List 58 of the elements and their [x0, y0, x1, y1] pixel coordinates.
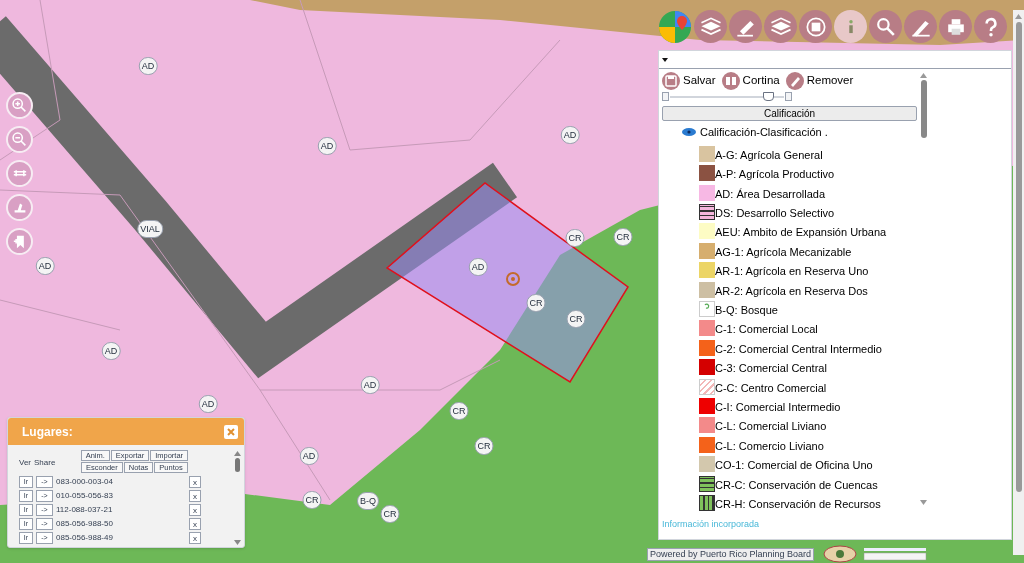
scroll-up-icon[interactable]: [1015, 14, 1022, 19]
scroll-up-icon[interactable]: [920, 73, 927, 78]
legend-label: AD: Área Desarrollada: [715, 187, 826, 201]
location-marker-icon: [506, 272, 520, 286]
legend-label: C-I: Comercial Intermedio: [715, 400, 841, 414]
legend-label: CR-C: Conservación de Cuencas: [715, 478, 878, 492]
scrollbar-thumb[interactable]: [920, 80, 927, 138]
parcel-number: 085-056-988-49: [56, 532, 114, 544]
legend-label: C-1: Comercial Local: [715, 323, 818, 337]
layer-group-title: Calificación-Clasificación .: [700, 125, 828, 140]
eraser-button[interactable]: Remover: [785, 72, 854, 90]
legend-label: C-3: Comercial Central: [715, 362, 827, 376]
remove-button[interactable]: x: [189, 476, 201, 488]
selected-parcel[interactable]: [385, 182, 629, 384]
close-icon: [227, 427, 235, 436]
legend-label: AEU: Ambito de Expansión Urbana: [715, 226, 887, 240]
legend-label: C-L: Comercio Liviano: [715, 439, 824, 453]
remove-button[interactable]: x: [189, 532, 201, 544]
page-scrollbar[interactable]: [1013, 10, 1024, 555]
legend-label: AG-1: Agrícola Mecanizable: [715, 245, 852, 259]
legend-label: AR-1: Agrícola en Reserva Uno: [715, 265, 869, 279]
legend-label: C-L: Comercial Liviano: [715, 420, 827, 434]
opacity-slider[interactable]: [670, 92, 784, 101]
remove-button[interactable]: x: [189, 490, 201, 502]
parcel-number: 112-088-037-21: [56, 504, 114, 516]
caret-icon: [662, 57, 668, 62]
legend-label: C-C: Centro Comercial: [715, 381, 827, 395]
section-header[interactable]: Calificación: [662, 106, 917, 121]
parcel-number: 010-055-056-83: [56, 490, 114, 502]
legend-label: AR-2: Agrícola en Reserva Dos: [715, 284, 868, 298]
column-header: Share: [34, 456, 56, 469]
legend-label: C-2: Comercial Central Intermedio: [715, 342, 882, 356]
legend-label: DS: Desarrollo Selectivo: [715, 207, 835, 221]
scrollbar-thumb[interactable]: [1015, 22, 1022, 492]
save-button[interactable]: Salvar: [662, 72, 716, 90]
legend-label: CO-1: Comercial de Oficina Uno: [715, 459, 873, 473]
legend-label: A-G: Agrícola General: [715, 148, 823, 162]
curtain-button[interactable]: Cortina: [721, 72, 780, 90]
close-button[interactable]: [224, 424, 238, 439]
curtain-icon: [721, 72, 740, 90]
legend-label: CR-H: Conservación de Recursos: [715, 497, 881, 511]
column-header: Ver: [19, 456, 31, 469]
remove-button[interactable]: x: [189, 518, 201, 530]
save-icon: [662, 72, 680, 90]
panel-title: Lugares:: [22, 423, 73, 441]
parcel-number: 085-056-988-50: [56, 518, 114, 530]
scroll-down-icon[interactable]: [920, 500, 927, 505]
eraser-icon: [785, 72, 804, 90]
eye-icon[interactable]: [682, 128, 696, 137]
scroll-down-icon[interactable]: [233, 540, 241, 545]
legend-label: B-Q: Bosque: [715, 304, 778, 317]
scrollbar-thumb[interactable]: [234, 458, 240, 472]
legend-label: A-P: Agrícola Productivo: [715, 168, 835, 182]
parcel-number: 083-000-003-04: [56, 476, 114, 488]
scroll-up-icon[interactable]: [233, 451, 241, 456]
maps-pin-icon[interactable]: [658, 10, 692, 44]
remove-button[interactable]: x: [189, 504, 201, 516]
slider-thumb[interactable]: [762, 92, 774, 101]
